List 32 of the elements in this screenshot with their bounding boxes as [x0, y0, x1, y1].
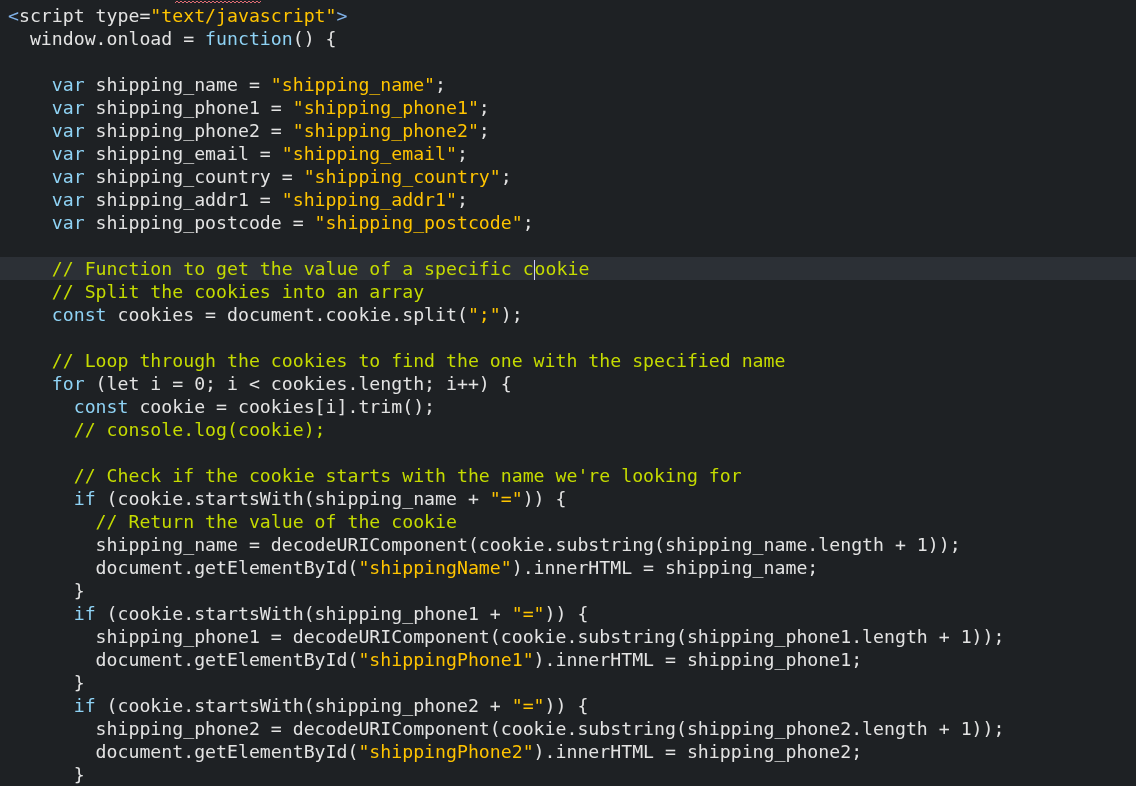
code-line: for (let i = 0; i < cookies.length; i++) { [50, 373, 512, 394]
code-comment: // Return the value of the cookie [94, 511, 457, 532]
code-comment: // Loop through the cookies to find the one with the specified name [50, 350, 786, 371]
code-line: var shipping_postcode = "shipping_postcode"; [50, 212, 534, 233]
code-line: <script type="text/javascript"> [8, 5, 348, 26]
code-line: } [72, 764, 85, 785]
code-editor[interactable] [0, 0, 1136, 786]
code-line: if (cookie.startsWith(shipping_phone1 + "=")) { [72, 603, 589, 624]
code-comment: // Check if the cookie starts with the name we're looking for [72, 465, 742, 486]
code-line: document.getElementById("shippingName").innerHTML = shipping_name; [94, 557, 819, 578]
code-line: shipping_name = decodeURIComponent(cookie.substring(shipping_name.length + 1)); [94, 534, 961, 555]
code-line: var shipping_addr1 = "shipping_addr1"; [50, 189, 468, 210]
text-cursor [533, 260, 535, 280]
code-line: } [72, 580, 85, 601]
code-line: } [72, 672, 85, 693]
code-line: shipping_phone1 = decodeURIComponent(cookie.substring(shipping_phone1.length + 1)); [94, 626, 1005, 647]
code-comment: // Split the cookies into an array [50, 281, 425, 302]
code-line: var shipping_email = "shipping_email"; [50, 143, 468, 164]
code-line: const cookie = cookies[i].trim(); [72, 396, 436, 417]
code-line: window.onload = function() { [28, 28, 337, 49]
code-line: var shipping_country = "shipping_country"; [50, 166, 512, 187]
code-line: var shipping_name = "shipping_name"; [50, 74, 446, 95]
code-line: shipping_phone2 = decodeURIComponent(cookie.substring(shipping_phone2.length + 1)); [94, 718, 1005, 739]
code-line: document.getElementById("shippingPhone2").innerHTML = shipping_phone2; [94, 741, 863, 762]
code-line: var shipping_phone2 = "shipping_phone2"; [50, 120, 490, 141]
code-line: if (cookie.startsWith(shipping_phone2 + "=")) { [72, 695, 589, 716]
code-comment: // console.log(cookie); [72, 419, 326, 440]
code-line: if (cookie.startsWith(shipping_name + "=")) { [72, 488, 567, 509]
code-line: var shipping_phone1 = "shipping_phone1"; [50, 97, 490, 118]
code-line: const cookies = document.cookie.split(";"); [50, 304, 523, 325]
code-line: document.getElementById("shippingPhone1").innerHTML = shipping_phone1; [94, 649, 863, 670]
code-comment: // Function to get the value of a specific cookie [50, 258, 590, 279]
